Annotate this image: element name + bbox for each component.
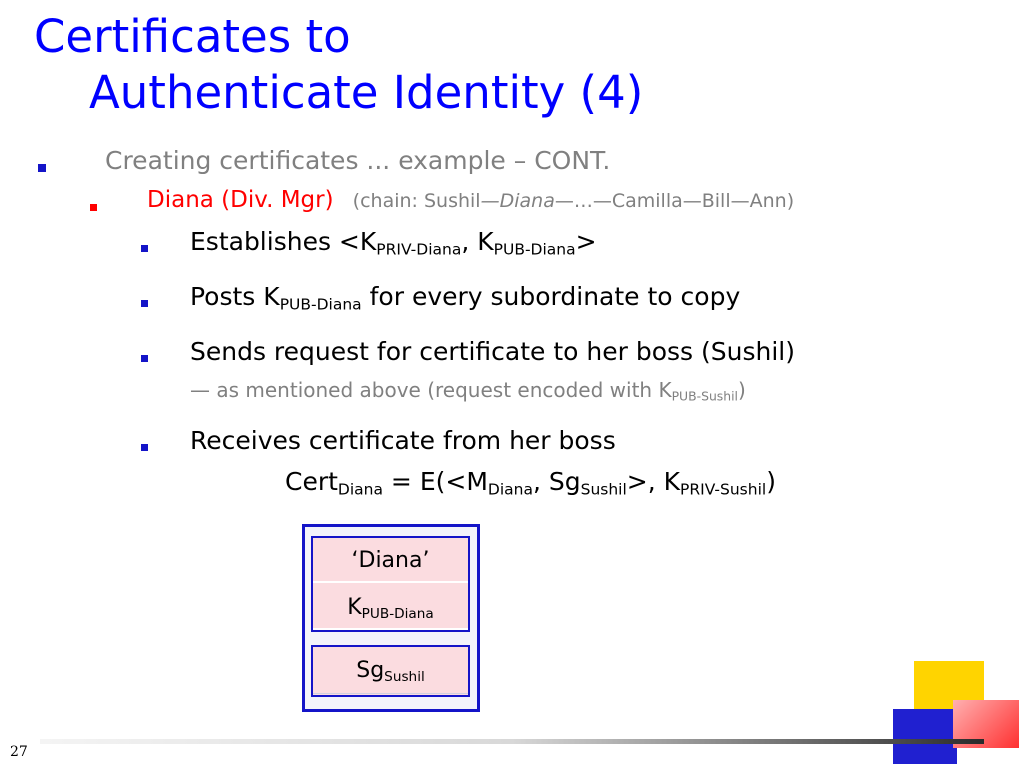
bullet-square-icon: [90, 204, 97, 211]
bullet-square-icon: [141, 444, 148, 451]
bullet-square-icon: [38, 164, 46, 172]
footer-divider: [40, 739, 984, 744]
item-sends-request: Sends request for certificate to her bos…: [190, 337, 795, 366]
certificate-signature-field: SgSushil: [313, 648, 468, 694]
bullet-square-icon: [141, 355, 148, 362]
slide-title-line-2: Authenticate Identity (4): [89, 66, 644, 119]
note-request-encoded: — as mentioned above (request encoded wi…: [190, 378, 746, 404]
chain-dash: —: [480, 190, 500, 212]
chain-prefix: (chain: Sushil: [352, 190, 481, 212]
bullet-square-icon: [141, 300, 148, 307]
item-receives-certificate: Receives certificate from her boss: [190, 426, 616, 455]
chain-rest: —…—Camilla—Bill—Ann): [554, 190, 795, 212]
certificate-name-field: ‘Diana’: [313, 539, 468, 583]
bullet-square-icon: [141, 245, 148, 252]
certificate-formula: CertDiana = E(<MDiana, SgSushil>, KPRIV-…: [285, 467, 776, 499]
slide-title-line-1: Certificates to: [34, 10, 351, 63]
chain-diana: Diana: [499, 190, 555, 212]
certificate-public-key-field: KPUB-Diana: [313, 585, 468, 630]
decor-blue-square: [893, 709, 957, 764]
diana-role-label: Diana (Div. Mgr): [147, 187, 334, 213]
bullet-creating-certificates: Creating certificates ... example – CONT…: [105, 146, 611, 175]
sub-heading-diana: Diana (Div. Mgr) (chain: Sushil—Diana—…—…: [147, 187, 794, 213]
item-establishes-keys: Establishes <KPRIV-Diana, KPUB-Diana>: [190, 227, 597, 259]
item-posts-public-key: Posts KPUB-Diana for every subordinate t…: [190, 282, 741, 314]
chain-note: (chain: Sushil—Diana—…—Camilla—Bill—Ann): [353, 190, 794, 212]
page-number: 27: [10, 744, 28, 760]
